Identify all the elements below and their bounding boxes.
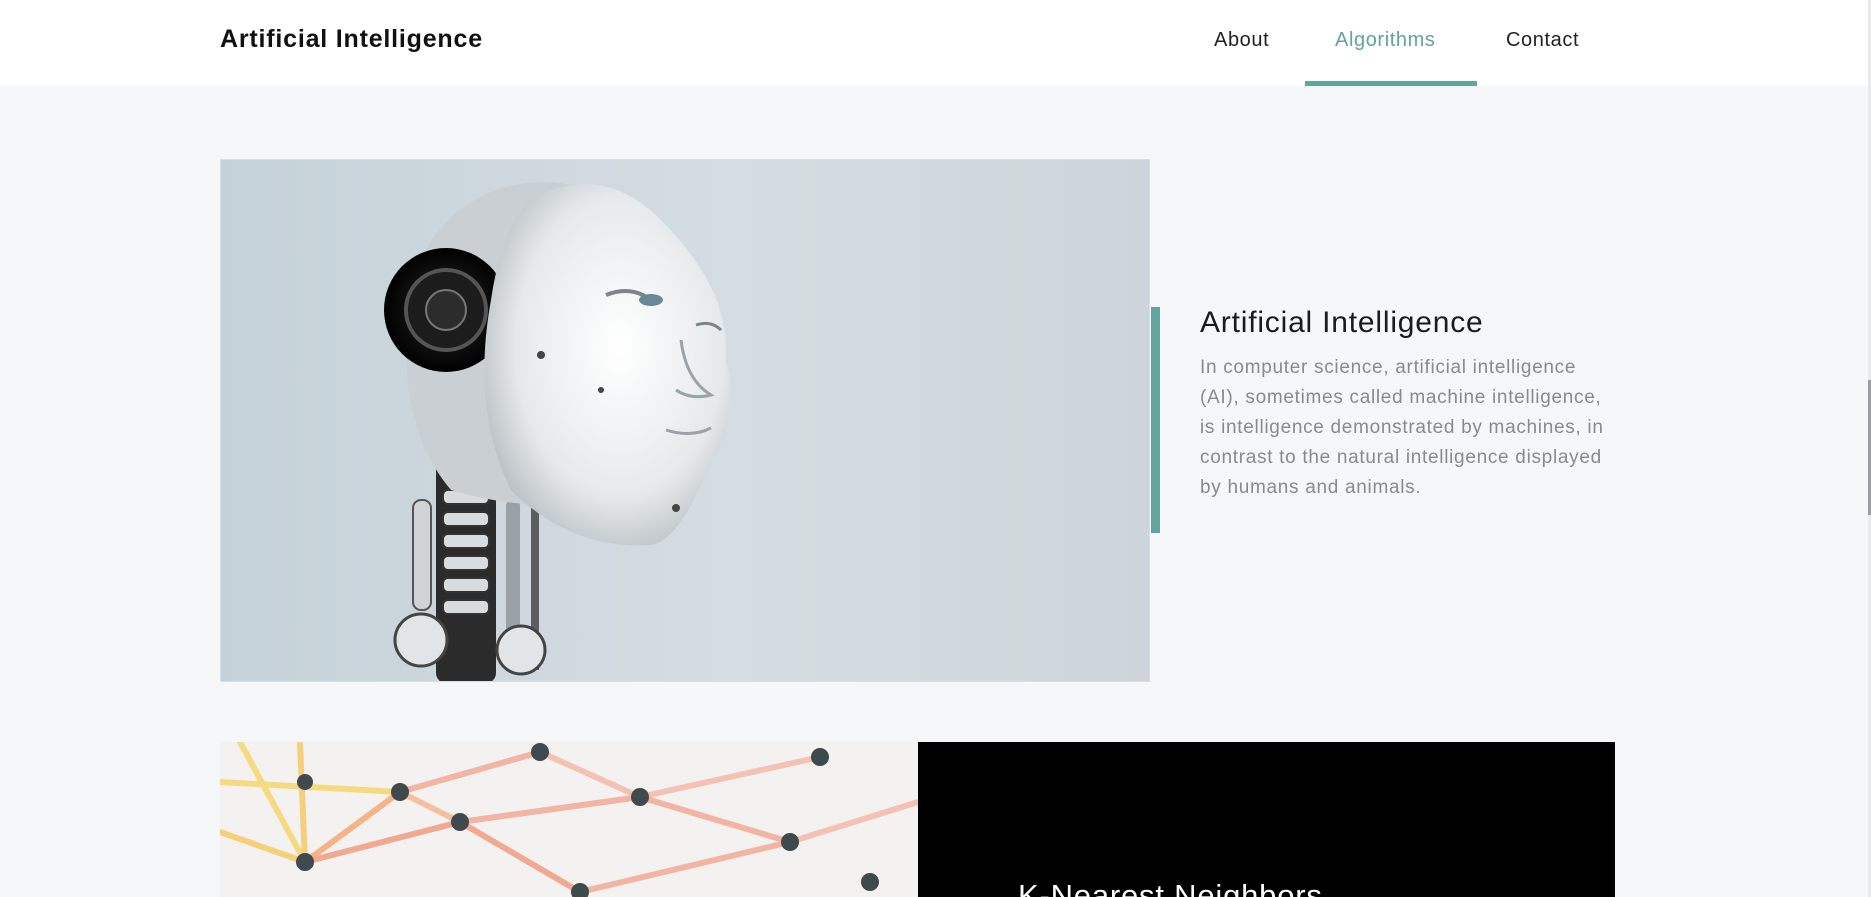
knn-panel: K-Nearest Neighbors — [918, 742, 1615, 897]
robot-head-image — [220, 159, 1150, 682]
network-graph-illustration — [220, 742, 918, 897]
section-title-knn: K-Nearest Neighbors — [1018, 878, 1323, 897]
nav-link-about[interactable]: About — [1214, 29, 1269, 52]
section-title-ai: Artificial Intelligence — [1200, 306, 1484, 339]
nav-link-algorithms[interactable]: Algorithms — [1335, 29, 1435, 52]
accent-bar — [1151, 307, 1160, 533]
nav-link-contact[interactable]: Contact — [1506, 29, 1579, 52]
brand-title[interactable]: Artificial Intelligence — [220, 25, 483, 54]
network-graph-image — [220, 742, 918, 897]
navbar: Artificial Intelligence About Algorithms… — [0, 0, 1868, 86]
robot-head-illustration — [384, 181, 731, 681]
section-text-ai: In computer science, artificial intellig… — [1200, 357, 1604, 498]
active-nav-indicator — [1305, 81, 1477, 86]
